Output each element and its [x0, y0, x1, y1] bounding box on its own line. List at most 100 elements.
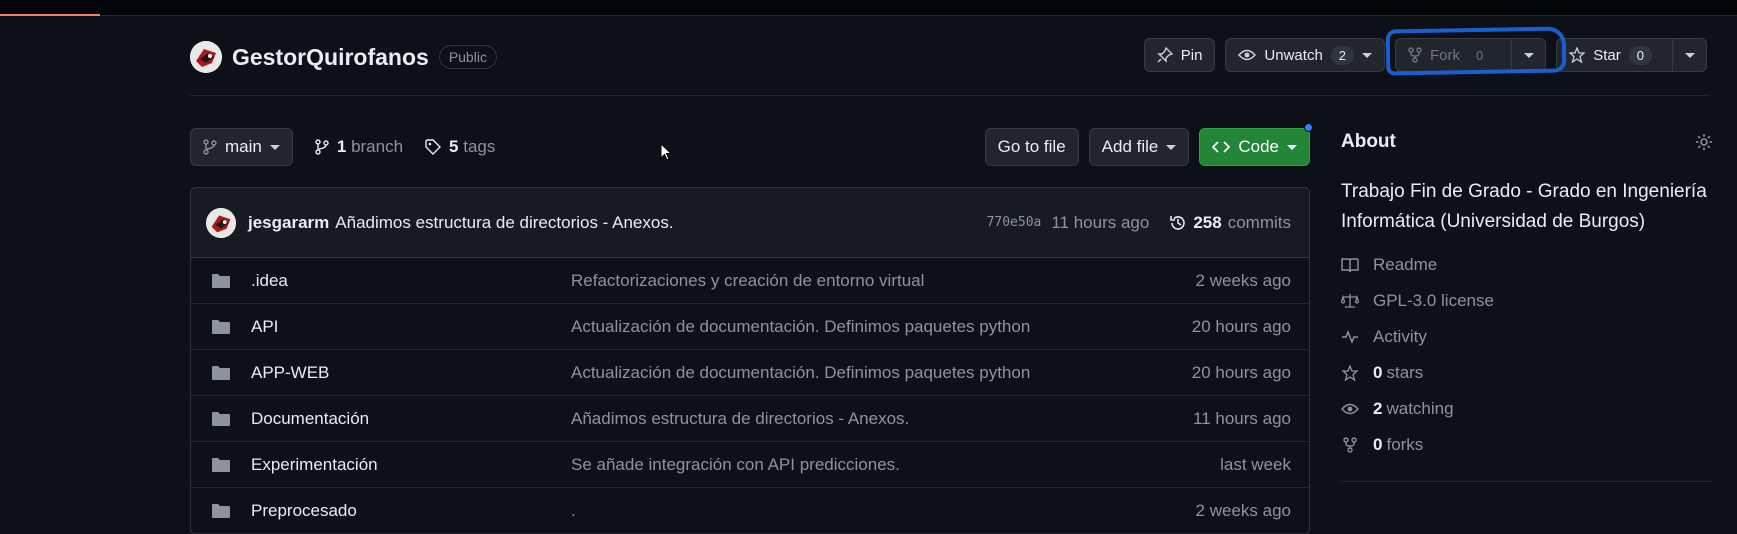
add-file-button[interactable]: Add file — [1088, 128, 1190, 166]
branches-link[interactable]: 1 branch — [315, 137, 403, 157]
eye-icon — [1341, 402, 1359, 416]
go-to-file-button[interactable]: Go to file — [984, 128, 1079, 166]
commit-author[interactable]: jesgararm — [248, 213, 329, 233]
file-commit-time: 20 hours ago — [1191, 316, 1291, 336]
file-commit-time: 20 hours ago — [1191, 362, 1291, 382]
file-name-link[interactable]: API — [251, 317, 571, 337]
file-commit-time: 2 weeks ago — [1195, 270, 1291, 290]
code-label: Code — [1238, 137, 1279, 156]
fork-button[interactable]: Fork 0 — [1395, 38, 1547, 72]
branch-icon — [315, 139, 329, 155]
notification-dot — [1304, 123, 1313, 132]
file-name-link[interactable]: Documentación — [251, 409, 571, 429]
fork-counter: 0 — [1468, 45, 1492, 65]
unwatch-label: Unwatch — [1264, 46, 1323, 64]
tags-link[interactable]: 5 tags — [425, 137, 495, 157]
forks-count: 0 — [1373, 435, 1383, 454]
star-counter: 0 — [1628, 45, 1652, 65]
watching-count: 2 — [1373, 399, 1383, 418]
file-commit-time: last week — [1220, 454, 1291, 474]
file-row[interactable]: APP-WEB Actualización de documentación. D… — [191, 350, 1309, 396]
file-row[interactable]: Experimentación Se añade integración con … — [191, 442, 1309, 488]
watching-label: watching — [1386, 399, 1454, 418]
activity-link[interactable]: Activity — [1341, 325, 1713, 349]
commit-count-label: commits — [1227, 212, 1291, 232]
fork-icon — [1408, 47, 1422, 63]
pin-label: Pin — [1180, 46, 1203, 64]
chevron-down-icon — [1684, 52, 1695, 58]
mouse-cursor-icon — [660, 143, 672, 161]
chevron-down-icon — [1287, 144, 1297, 150]
header-divider — [190, 95, 1710, 96]
pin-icon — [1157, 47, 1173, 63]
unwatch-button[interactable]: Unwatch 2 — [1225, 38, 1386, 72]
commit-sha[interactable]: 770e50a — [987, 215, 1042, 230]
pulse-icon — [1341, 329, 1359, 345]
folder-icon — [211, 503, 231, 519]
file-commit-message[interactable]: Actualización de documentación. Definimo… — [571, 317, 1030, 337]
star-icon — [1341, 365, 1359, 381]
file-row[interactable]: API Actualización de documentación. Defin… — [191, 304, 1309, 350]
code-icon — [1212, 140, 1231, 154]
chevron-down-icon — [269, 144, 280, 150]
latest-commit-bar: jesgararm Añadimos estructura de directo… — [191, 188, 1309, 258]
chevron-down-icon — [1362, 52, 1373, 58]
file-name-link[interactable]: .idea — [251, 271, 571, 291]
file-name-link[interactable]: Experimentación — [251, 455, 571, 475]
file-row[interactable]: Documentación Añadimos estructura de dire… — [191, 396, 1309, 442]
license-link[interactable]: GPL-3.0 license — [1341, 289, 1713, 313]
stars-label: stars — [1386, 363, 1424, 382]
repo-name-link[interactable]: GestorQuirofanos — [232, 44, 429, 71]
branch-label: branch — [351, 137, 404, 156]
fork-label: Fork — [1430, 46, 1461, 64]
gear-icon[interactable] — [1695, 133, 1713, 151]
tag-icon — [425, 139, 442, 155]
forks-link[interactable]: 0 forks — [1341, 433, 1713, 457]
tag-count: 5 — [449, 137, 459, 156]
file-row[interactable]: .idea Refactorizaciones y creación de ent… — [191, 258, 1309, 304]
branch-icon — [203, 139, 217, 155]
repo-actions: Pin Unwatch 2 Fork 0 Star 0 — [1143, 26, 1707, 76]
branch-count: 1 — [336, 137, 347, 156]
chevron-down-icon — [1523, 52, 1534, 58]
stars-link[interactable]: 0 stars — [1341, 361, 1713, 385]
file-commit-message[interactable]: . — [571, 501, 576, 521]
pin-button[interactable]: Pin — [1143, 38, 1216, 72]
commits-link[interactable]: 258 commits — [1169, 213, 1291, 233]
repo-toolbar: main 1 branch 5 tags Go to file Add file… — [190, 123, 1313, 167]
repo-header: GestorQuirofanos Public — [190, 40, 497, 74]
eye-icon — [1238, 48, 1257, 62]
folder-icon — [211, 457, 231, 473]
readme-link[interactable]: Readme — [1341, 253, 1713, 277]
owner-avatar[interactable] — [190, 41, 222, 73]
file-commit-time: 11 hours ago — [1193, 408, 1291, 428]
folder-icon — [211, 411, 231, 427]
file-commit-message[interactable]: Refactorizaciones y creación de entorno … — [571, 271, 924, 291]
fork-group: Fork 0 — [1385, 26, 1567, 76]
branch-name: main — [225, 137, 262, 156]
code-button[interactable]: Code — [1199, 123, 1313, 166]
star-dropdown[interactable] — [1672, 39, 1706, 71]
stars-count: 0 — [1373, 363, 1383, 382]
file-row[interactable]: Preprocesado. 2 weeks ago — [191, 488, 1309, 534]
fork-dropdown[interactable] — [1511, 39, 1545, 71]
tag-label: tags — [463, 137, 496, 156]
file-commit-message[interactable]: Actualización de documentación. Definimo… — [571, 363, 1030, 383]
file-commit-message[interactable]: Se añade integración con API prediccione… — [571, 455, 900, 475]
commit-author-avatar[interactable] — [206, 207, 236, 238]
star-button[interactable]: Star 0 — [1556, 38, 1707, 72]
active-tab-indicator — [0, 14, 100, 16]
file-name-link[interactable]: APP-WEB — [251, 363, 571, 383]
commit-time: 11 hours ago — [1051, 212, 1150, 232]
file-list: jesgararm Añadimos estructura de directo… — [190, 187, 1310, 534]
watching-link[interactable]: 2 watching — [1341, 397, 1713, 421]
folder-icon — [211, 319, 231, 335]
star-icon — [1569, 47, 1586, 63]
commit-message[interactable]: Añadimos estructura de directorios - Ane… — [335, 213, 673, 233]
chevron-down-icon — [1166, 144, 1177, 150]
file-commit-message[interactable]: Añadimos estructura de directorios - Ane… — [571, 409, 909, 429]
file-name-link[interactable]: Preprocesado — [251, 501, 571, 521]
branch-select[interactable]: main — [190, 128, 293, 166]
history-icon — [1169, 214, 1187, 232]
file-commit-time: 2 weeks ago — [1195, 500, 1291, 520]
